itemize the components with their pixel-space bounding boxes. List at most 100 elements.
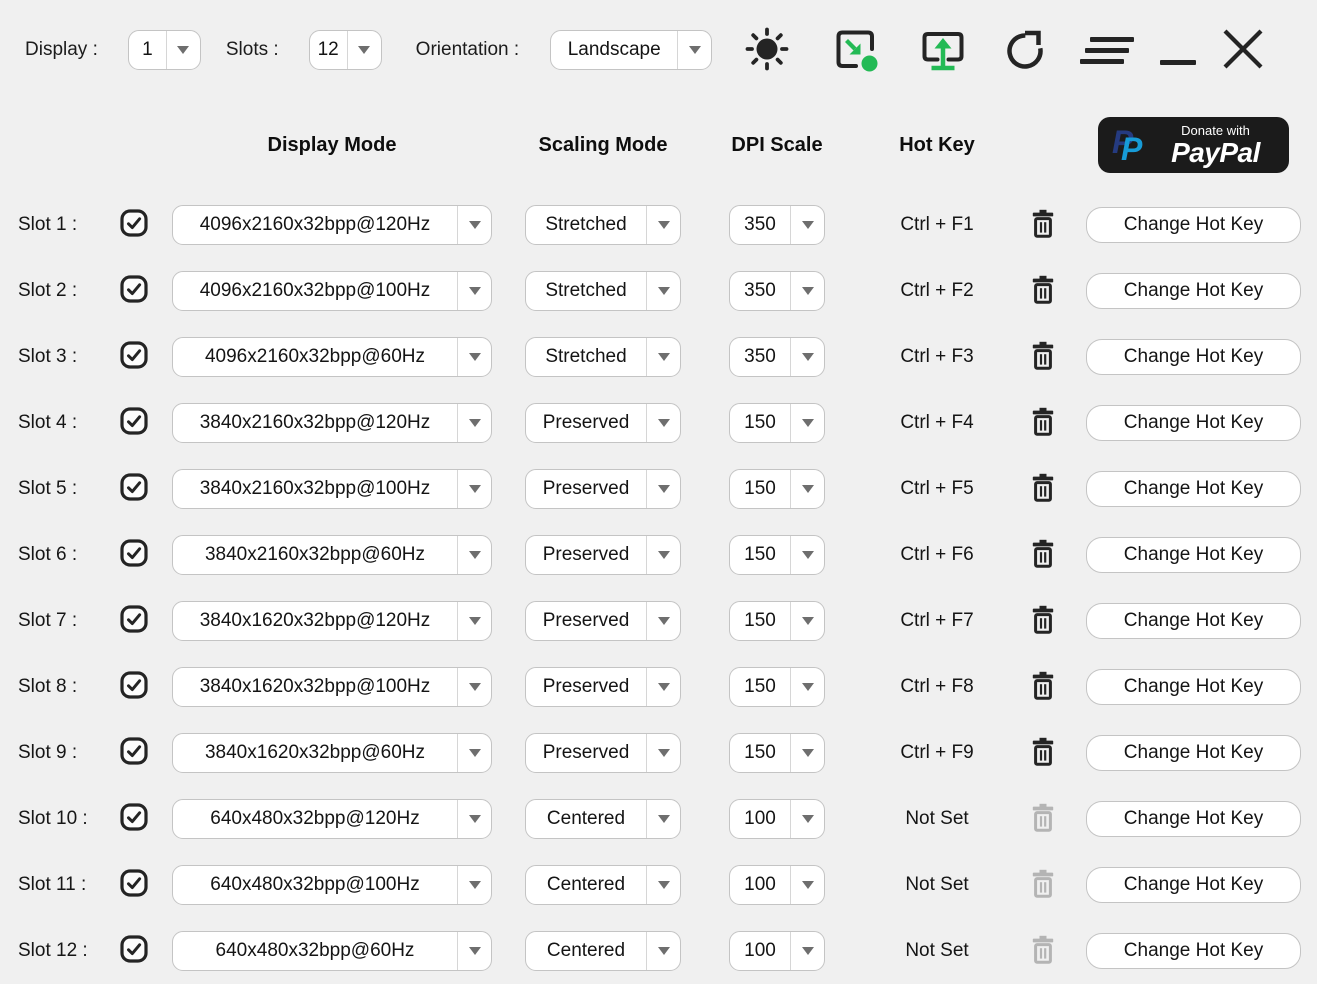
minimize-to-tray-button[interactable] — [832, 26, 880, 75]
dpi-scale-select[interactable]: 150 — [729, 733, 825, 773]
slot-enabled-checkbox[interactable] — [120, 407, 148, 440]
checkmark-icon — [120, 539, 148, 572]
scaling-mode-select[interactable]: Stretched — [525, 205, 681, 245]
dpi-scale-select[interactable]: 100 — [729, 799, 825, 839]
delete-hotkey-button[interactable] — [1029, 209, 1057, 242]
chevron-down-icon — [646, 602, 680, 640]
change-hotkey-button[interactable]: Change Hot Key — [1086, 471, 1301, 507]
delete-hotkey-button — [1029, 869, 1057, 902]
scaling-mode-select[interactable]: Stretched — [525, 337, 681, 377]
scaling-mode-select[interactable]: Preserved — [525, 601, 681, 641]
display-mode-select[interactable]: 640x480x32bpp@60Hz — [172, 931, 492, 971]
change-hotkey-button[interactable]: Change Hot Key — [1086, 339, 1301, 375]
slot-enabled-checkbox[interactable] — [120, 737, 148, 770]
display-mode-select[interactable]: 640x480x32bpp@100Hz — [172, 865, 492, 905]
checkmark-icon — [120, 935, 148, 968]
chevron-down-icon — [790, 272, 824, 310]
scaling-mode-value: Centered — [526, 866, 646, 904]
display-mode-select[interactable]: 640x480x32bpp@120Hz — [172, 799, 492, 839]
scaling-mode-select[interactable]: Preserved — [525, 733, 681, 773]
slot-enabled-checkbox[interactable] — [120, 869, 148, 902]
display-mode-value: 4096x2160x32bpp@120Hz — [173, 206, 457, 244]
change-hotkey-button[interactable]: Change Hot Key — [1086, 669, 1301, 705]
dpi-scale-select[interactable]: 150 — [729, 535, 825, 575]
dpi-scale-select[interactable]: 100 — [729, 865, 825, 905]
scaling-mode-value: Centered — [526, 932, 646, 970]
slot-enabled-checkbox[interactable] — [120, 341, 148, 374]
slots-select[interactable]: 12 — [309, 30, 382, 70]
menu-button[interactable] — [1080, 37, 1130, 64]
display-mode-select[interactable]: 3840x2160x32bpp@60Hz — [172, 535, 492, 575]
chevron-down-icon — [457, 272, 491, 310]
change-hotkey-button[interactable]: Change Hot Key — [1086, 933, 1301, 969]
dpi-scale-select[interactable]: 350 — [729, 271, 825, 311]
checkmark-icon — [120, 869, 148, 902]
change-hotkey-button[interactable]: Change Hot Key — [1086, 735, 1301, 771]
scaling-mode-select[interactable]: Centered — [525, 865, 681, 905]
delete-hotkey-button[interactable] — [1029, 407, 1057, 440]
scaling-mode-select[interactable]: Stretched — [525, 271, 681, 311]
slot-label: Slot 2 : — [18, 280, 108, 302]
slot-enabled-checkbox[interactable] — [120, 473, 148, 506]
delete-hotkey-button[interactable] — [1029, 605, 1057, 638]
paypal-donate-button[interactable]: P P Donate with PayPal — [1098, 117, 1289, 173]
display-mode-select[interactable]: 4096x2160x32bpp@120Hz — [172, 205, 492, 245]
orientation-select-value: Landscape — [551, 31, 677, 69]
slot-enabled-checkbox[interactable] — [120, 209, 148, 242]
delete-hotkey-button[interactable] — [1029, 671, 1057, 704]
change-hotkey-button[interactable]: Change Hot Key — [1086, 801, 1301, 837]
change-hotkey-button[interactable]: Change Hot Key — [1086, 603, 1301, 639]
display-mode-select[interactable]: 3840x2160x32bpp@120Hz — [172, 403, 492, 443]
slot-enabled-checkbox[interactable] — [120, 671, 148, 704]
chevron-down-icon — [457, 404, 491, 442]
delete-hotkey-button[interactable] — [1029, 737, 1057, 770]
dpi-scale-select[interactable]: 150 — [729, 667, 825, 707]
display-mode-select[interactable]: 3840x1620x32bpp@100Hz — [172, 667, 492, 707]
refresh-button[interactable] — [1000, 26, 1050, 75]
dpi-scale-select[interactable]: 150 — [729, 601, 825, 641]
dpi-scale-select[interactable]: 350 — [729, 205, 825, 245]
delete-hotkey-button[interactable] — [1029, 539, 1057, 572]
change-hotkey-button[interactable]: Change Hot Key — [1086, 273, 1301, 309]
delete-hotkey-button[interactable] — [1029, 275, 1057, 308]
chevron-down-icon — [646, 470, 680, 508]
close-button[interactable] — [1220, 26, 1266, 75]
delete-hotkey-button[interactable] — [1029, 341, 1057, 374]
display-mode-select[interactable]: 3840x1620x32bpp@60Hz — [172, 733, 492, 773]
dpi-scale-select[interactable]: 150 — [729, 469, 825, 509]
scaling-mode-value: Stretched — [526, 206, 646, 244]
slot-enabled-checkbox[interactable] — [120, 935, 148, 968]
scaling-mode-select[interactable]: Preserved — [525, 667, 681, 707]
change-hotkey-button[interactable]: Change Hot Key — [1086, 207, 1301, 243]
hot-key-value: Ctrl + F8 — [852, 676, 1022, 698]
slot-enabled-checkbox[interactable] — [120, 275, 148, 308]
scaling-mode-select[interactable]: Preserved — [525, 535, 681, 575]
scaling-mode-select[interactable]: Preserved — [525, 469, 681, 509]
hot-key-value: Ctrl + F2 — [852, 280, 1022, 302]
delete-hotkey-button[interactable] — [1029, 473, 1057, 506]
display-mode-select[interactable]: 3840x2160x32bpp@100Hz — [172, 469, 492, 509]
display-mode-select[interactable]: 4096x2160x32bpp@60Hz — [172, 337, 492, 377]
display-mode-select[interactable]: 4096x2160x32bpp@100Hz — [172, 271, 492, 311]
change-hotkey-button[interactable]: Change Hot Key — [1086, 537, 1301, 573]
slot-enabled-checkbox[interactable] — [120, 803, 148, 836]
trash-icon — [1030, 605, 1056, 638]
brightness-button[interactable] — [744, 26, 790, 75]
change-hotkey-button[interactable]: Change Hot Key — [1086, 405, 1301, 441]
orientation-select[interactable]: Landscape — [550, 30, 712, 70]
restore-display-button[interactable] — [918, 26, 968, 75]
dpi-scale-select[interactable]: 100 — [729, 931, 825, 971]
slot-enabled-checkbox[interactable] — [120, 605, 148, 638]
slot-enabled-checkbox[interactable] — [120, 539, 148, 572]
minimize-button[interactable] — [1160, 36, 1196, 65]
dpi-scale-select[interactable]: 350 — [729, 337, 825, 377]
scaling-mode-select[interactable]: Preserved — [525, 403, 681, 443]
scaling-mode-select[interactable]: Centered — [525, 799, 681, 839]
dpi-scale-select[interactable]: 150 — [729, 403, 825, 443]
change-hotkey-button[interactable]: Change Hot Key — [1086, 867, 1301, 903]
scaling-mode-select[interactable]: Centered — [525, 931, 681, 971]
slot-row: Slot 4 :3840x2160x32bpp@120HzPreserved15… — [0, 403, 1317, 443]
delete-hotkey-button — [1029, 935, 1057, 968]
display-mode-select[interactable]: 3840x1620x32bpp@120Hz — [172, 601, 492, 641]
display-select[interactable]: 1 — [128, 30, 201, 70]
